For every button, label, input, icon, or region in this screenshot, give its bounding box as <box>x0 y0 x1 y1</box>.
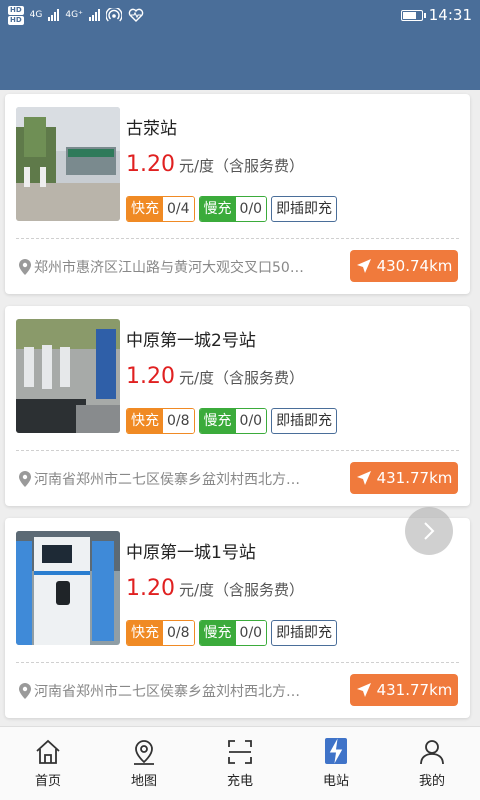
distance-text: 431.77km <box>376 681 453 699</box>
plug-and-charge-tag: 即插即充 <box>271 408 338 434</box>
clock: 14:31 <box>428 6 472 24</box>
location-pin-icon <box>19 471 31 487</box>
fast-charge-tag: 快充 0/8 <box>126 408 195 434</box>
health-heart-icon <box>128 8 144 22</box>
fast-charge-count: 0/8 <box>163 621 194 645</box>
charger-tags: 快充 0/4 慢充 0/0 即插即充 <box>126 196 338 222</box>
address-text: 河南省郑州市二七区侯寨乡盆刘村西北方… <box>34 684 300 700</box>
slow-charge-count: 0/0 <box>235 197 267 221</box>
tab-map-label: 地图 <box>130 774 157 789</box>
price-value: 1.20 <box>126 152 175 177</box>
card-divider <box>16 450 459 451</box>
navigation-arrow-icon <box>356 471 371 485</box>
fast-charge-label: 快充 <box>127 621 163 645</box>
location-pin-icon <box>19 259 31 275</box>
price-unit: 元/度（含服务费） <box>178 369 305 387</box>
navigate-button[interactable]: 431.77km <box>350 674 458 706</box>
price-row: 1.20 元/度（含服务费） <box>126 364 304 389</box>
tab-mine[interactable]: 我的 <box>384 727 480 800</box>
network-type-1: 4G <box>29 10 43 20</box>
signal-icon-2 <box>88 9 100 21</box>
status-bar: HD HD 4G 4G⁺ 14:31 <box>0 0 480 30</box>
map-pin-icon <box>134 740 154 765</box>
card-divider <box>16 238 459 239</box>
slow-charge-tag: 慢充 0/0 <box>198 196 268 222</box>
charger-tags: 快充 0/8 慢充 0/0 即插即充 <box>126 408 338 434</box>
tab-mine-label: 我的 <box>418 774 445 789</box>
station-address: 郑州市惠济区江山路与黄河大观交叉口50… <box>19 257 339 277</box>
station-card[interactable]: 中原第一城2号站 1.20 元/度（含服务费） 快充 0/8 慢充 0/0 即插… <box>5 306 470 506</box>
fast-charge-count: 0/8 <box>163 409 194 433</box>
fast-charge-tag: 快充 0/8 <box>126 620 195 646</box>
fast-charge-tag: 快充 0/4 <box>126 196 195 222</box>
tab-home-label: 首页 <box>34 774 61 789</box>
plug-and-charge-tag: 即插即充 <box>271 620 338 646</box>
tab-map[interactable]: 地图 <box>96 727 192 800</box>
scan-icon <box>228 740 252 764</box>
navigation-arrow-icon <box>356 683 371 697</box>
header-bar <box>0 30 480 90</box>
price-unit: 元/度（含服务费） <box>178 157 305 175</box>
station-photo <box>16 531 120 645</box>
status-bar-left: HD HD 4G 4G⁺ <box>8 5 144 25</box>
fast-charge-label: 快充 <box>127 197 163 221</box>
slow-charge-label: 慢充 <box>199 409 236 433</box>
charger-tags: 快充 0/8 慢充 0/0 即插即充 <box>126 620 338 646</box>
slow-charge-count: 0/0 <box>235 621 267 645</box>
station-list[interactable]: 古荥站 1.20 元/度（含服务费） 快充 0/4 慢充 0/0 即插即充 郑州… <box>0 90 480 726</box>
price-row: 1.20 元/度（含服务费） <box>126 576 304 601</box>
station-address: 河南省郑州市二七区侯寨乡盆刘村西北方… <box>19 469 339 489</box>
distance-text: 431.77km <box>376 469 453 487</box>
station-name: 中原第一城2号站 <box>126 331 256 351</box>
station-card[interactable]: 中原第一城1号站 1.20 元/度（含服务费） 快充 0/8 慢充 0/0 即插… <box>5 518 470 718</box>
hd-badge-2: HD <box>8 15 24 25</box>
price-unit: 元/度（含服务费） <box>178 581 305 599</box>
hd-indicator: HD HD <box>8 5 24 25</box>
card-divider <box>16 662 459 663</box>
slow-charge-count: 0/0 <box>235 409 267 433</box>
fast-charge-label: 快充 <box>127 409 163 433</box>
tab-charge[interactable]: 充电 <box>192 727 288 800</box>
navigate-button[interactable]: 431.77km <box>350 462 458 494</box>
home-icon <box>36 739 60 764</box>
price-value: 1.20 <box>126 364 175 389</box>
battery-icon <box>400 9 426 21</box>
station-card[interactable]: 古荥站 1.20 元/度（含服务费） 快充 0/4 慢充 0/0 即插即充 郑州… <box>5 94 470 294</box>
station-icon <box>325 738 347 764</box>
station-name: 中原第一城1号站 <box>126 543 256 563</box>
signal-icon <box>48 9 60 21</box>
chevron-right-icon <box>424 522 435 540</box>
station-name: 古荥站 <box>126 119 177 139</box>
tab-station[interactable]: 电站 <box>288 727 384 800</box>
navigate-button[interactable]: 430.74km <box>350 250 458 282</box>
station-photo <box>16 107 120 221</box>
location-pin-icon <box>19 683 31 699</box>
network-type-2: 4G⁺ <box>65 10 83 20</box>
bottom-tab-bar: 首页 地图 充电 电站 我的 <box>0 726 480 800</box>
address-text: 河南省郑州市二七区侯寨乡盆刘村西北方… <box>34 472 300 488</box>
tab-station-label: 电站 <box>322 774 349 789</box>
hd-badge-1: HD <box>8 5 24 15</box>
navigation-arrow-icon <box>356 259 371 273</box>
next-page-button[interactable] <box>405 507 453 555</box>
station-photo <box>16 319 120 433</box>
slow-charge-label: 慢充 <box>199 197 236 221</box>
slow-charge-tag: 慢充 0/0 <box>198 620 268 646</box>
status-bar-right: 14:31 <box>400 6 472 24</box>
slow-charge-label: 慢充 <box>199 621 236 645</box>
tab-charge-label: 充电 <box>226 774 253 789</box>
station-address: 河南省郑州市二七区侯寨乡盆刘村西北方… <box>19 681 339 701</box>
distance-text: 430.74km <box>376 257 453 275</box>
tab-home[interactable]: 首页 <box>0 727 96 800</box>
price-value: 1.20 <box>126 576 175 601</box>
price-row: 1.20 元/度（含服务费） <box>126 152 304 177</box>
slow-charge-tag: 慢充 0/0 <box>198 408 268 434</box>
fast-charge-count: 0/4 <box>163 197 194 221</box>
hotspot-icon <box>105 8 122 22</box>
user-icon <box>420 740 444 765</box>
plug-and-charge-tag: 即插即充 <box>271 196 338 222</box>
address-text: 郑州市惠济区江山路与黄河大观交叉口50… <box>34 260 304 276</box>
